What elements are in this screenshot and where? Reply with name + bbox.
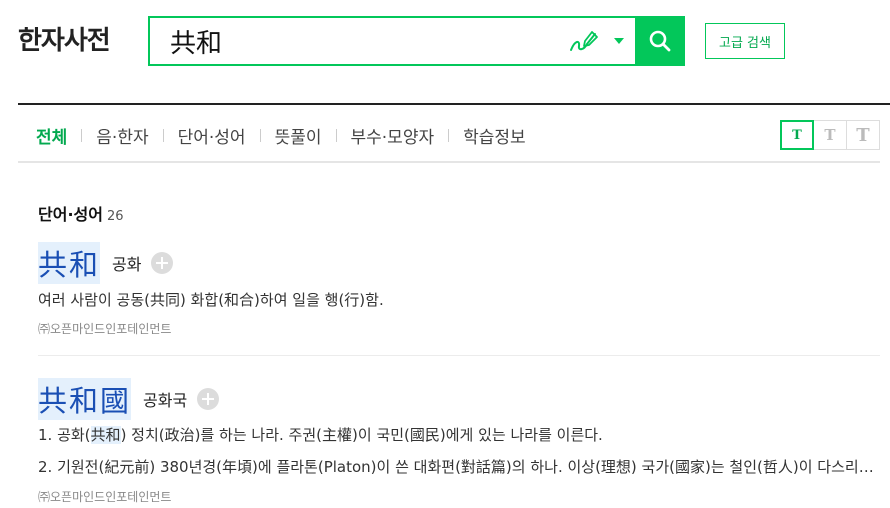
tab-separator (259, 128, 261, 142)
add-to-wordbook-icon[interactable] (151, 252, 174, 274)
tab-separator (448, 128, 450, 142)
entry-source: ㈜오픈마인드인포테인먼트 (38, 490, 172, 504)
search-button[interactable] (635, 16, 685, 66)
font-size-medium-button[interactable]: T (813, 120, 847, 150)
font-size-toggle: T T T (780, 120, 880, 150)
search-box (148, 16, 636, 66)
entry-reading: 공화 (112, 255, 142, 274)
entry-source: ㈜오픈마인드인포테인먼트 (38, 322, 172, 336)
entry-hanja-link[interactable]: 共和 (38, 242, 101, 284)
section-title: 단어·성어 26 (38, 201, 124, 225)
result-count: 26 (106, 209, 124, 224)
add-to-wordbook-icon[interactable] (197, 388, 220, 410)
entry-header: 共和國 공화국 (38, 378, 220, 420)
tab-meanings[interactable]: 뜻풀이 (275, 123, 322, 148)
font-size-small-button[interactable]: T (780, 120, 814, 150)
entry-divider (38, 355, 880, 356)
tab-words-idioms[interactable]: 단어·성어 (178, 123, 246, 148)
definition-text: ) 정치(政治)를 하는 나라. 주권(主權)이 국민(國民)에게 있는 나라를… (120, 426, 603, 444)
tab-separator (81, 128, 83, 142)
dictionary-logo[interactable]: 한자사전 (18, 20, 111, 57)
tab-all[interactable]: 전체 (36, 123, 67, 148)
font-size-large-button[interactable]: T (846, 120, 880, 150)
tab-learning-info[interactable]: 학습정보 (463, 123, 526, 148)
search-icon (649, 30, 671, 52)
advanced-search-button[interactable]: 고급 검색 (705, 23, 785, 59)
section-title-text: 단어·성어 (38, 205, 103, 224)
chevron-down-icon[interactable] (614, 38, 624, 44)
handwriting-input-icon[interactable] (568, 28, 600, 56)
entry-definition: 여러 사람이 공동(共同) 화합(和合)하여 일을 행(行)함. (38, 291, 384, 309)
entry-header: 共和 공화 (38, 242, 174, 284)
tab-separator (162, 128, 164, 142)
tab-separator (335, 128, 337, 142)
entry-definition-2: 2. 기원전(紀元前) 380년경(年頃)에 플라톤(Platon)이 쓴 대화… (38, 458, 880, 476)
entry-definition-1: 1. 공화(共和) 정치(政治)를 하는 나라. 주권(主權)이 국민(國民)에… (38, 424, 603, 445)
category-tabs: 전체 음·한자 단어·성어 뜻풀이 부수·모양자 학습정보 (36, 122, 526, 148)
entry-hanja-link[interactable]: 共和國 (38, 378, 132, 420)
definition-highlight: 共和 (90, 426, 121, 444)
entry-reading: 공화국 (143, 391, 188, 410)
definition-text: 1. 공화( (38, 426, 91, 444)
tab-sound-hanja[interactable]: 음·한자 (96, 123, 148, 148)
tab-radicals[interactable]: 부수·모양자 (351, 123, 435, 148)
search-input[interactable] (170, 24, 550, 58)
header-divider (18, 103, 890, 105)
tabs-divider (18, 161, 880, 163)
